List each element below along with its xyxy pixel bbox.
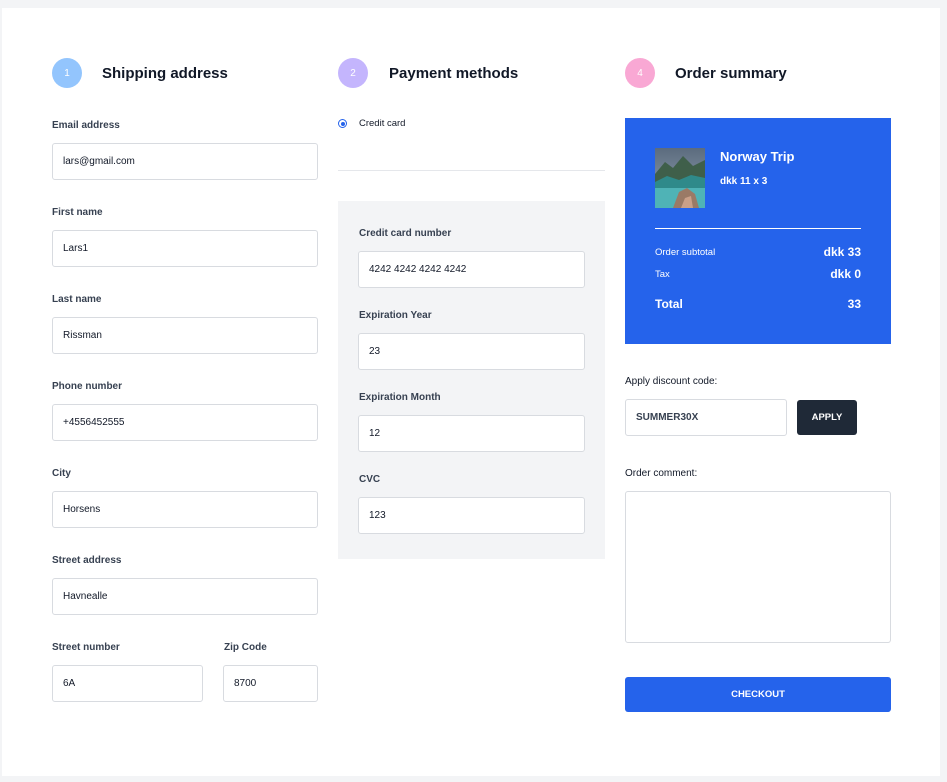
tax-value: dkk 0 (830, 267, 861, 281)
summary-divider (655, 228, 861, 229)
exp-year-label: Expiration Year (359, 310, 432, 321)
phone-label: Phone number (52, 381, 123, 392)
total-value: 33 (847, 297, 861, 311)
street-number-label: Street number (52, 642, 120, 653)
checkout-button[interactable]: CHECKOUT (625, 677, 891, 712)
city-field[interactable]: Horsens (52, 491, 318, 528)
subtotal-value: dkk 33 (823, 245, 861, 259)
exp-month-field[interactable]: 12 (358, 415, 585, 452)
shipping-title: Shipping address (102, 65, 228, 82)
apply-button[interactable]: APPLY (797, 400, 857, 435)
first-name-label: First name (52, 207, 103, 218)
order-summary-box: Norway Trip dkk 11 x 3 Order subtotal dk… (625, 118, 891, 344)
phone-field[interactable]: +4556452555 (52, 404, 318, 441)
step-1-badge: 1 (52, 58, 82, 88)
payment-divider (338, 170, 605, 171)
email-label: Email address (52, 120, 120, 131)
street-field[interactable]: Havnealle (52, 578, 318, 615)
first-name-field[interactable]: Lars1 (52, 230, 318, 267)
product-thumbnail (655, 148, 705, 208)
product-name: Norway Trip (720, 149, 795, 164)
last-name-label: Last name (52, 294, 102, 305)
comment-label: Order comment: (625, 468, 698, 479)
order-comment-textarea[interactable] (625, 491, 891, 643)
zip-field[interactable]: 8700 (223, 665, 318, 702)
total-label: Total (655, 297, 683, 311)
card-number-field[interactable]: 4242 4242 4242 4242 (358, 251, 585, 288)
card-number-label: Credit card number (359, 228, 452, 239)
exp-year-field[interactable]: 23 (358, 333, 585, 370)
step-4-badge: 4 (625, 58, 655, 88)
exp-month-label: Expiration Month (359, 392, 441, 403)
cvc-label: CVC (359, 474, 381, 485)
last-name-field[interactable]: Rissman (52, 317, 318, 354)
street-label: Street address (52, 555, 122, 566)
subtotal-label: Order subtotal (655, 247, 716, 258)
product-price: dkk 11 x 3 (720, 176, 768, 187)
credit-card-label[interactable]: Credit card (359, 118, 405, 129)
street-number-field[interactable]: 6A (52, 665, 203, 702)
discount-label: Apply discount code: (625, 376, 718, 387)
tax-label: Tax (655, 269, 670, 280)
discount-code-field[interactable]: SUMMER30X (625, 399, 787, 436)
cvc-field[interactable]: 123 (358, 497, 585, 534)
zip-label: Zip Code (224, 642, 267, 653)
email-field[interactable]: lars@gmail.com (52, 143, 318, 180)
payment-title: Payment methods (389, 65, 519, 82)
credit-card-radio[interactable] (338, 119, 347, 128)
city-label: City (52, 468, 71, 479)
summary-title: Order summary (675, 65, 787, 82)
step-2-badge: 2 (338, 58, 368, 88)
